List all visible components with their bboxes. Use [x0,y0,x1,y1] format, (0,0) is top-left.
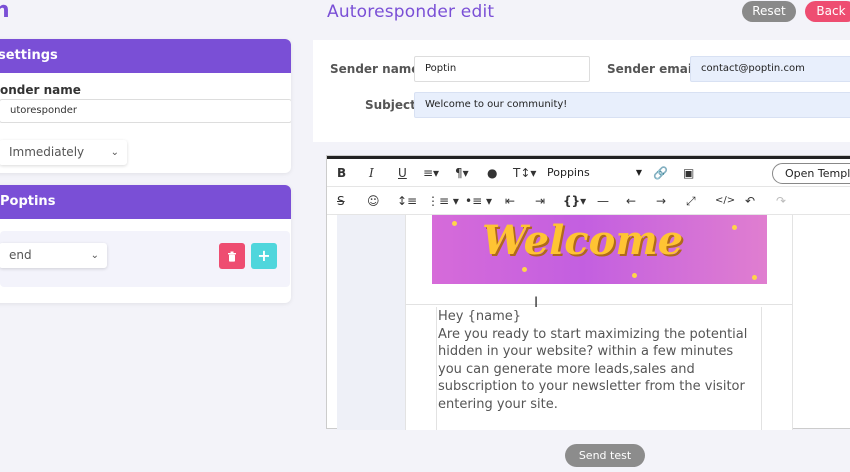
ordered-list-dropdown-icon[interactable]: ⋮≡ ▾ [427,192,459,210]
code-block-dropdown-icon[interactable]: {}▾ [563,192,586,210]
poptins-panel: Poptins end ⌄ + [0,185,291,303]
chevron-down-icon: ⌄ [110,147,119,158]
strikethrough-icon[interactable]: S [337,192,345,210]
image-icon[interactable]: ▣ [683,164,694,182]
email-editor: B I U ≡▾ ¶▾ ● T↕▾ Poppins ▼ 🔗 ▣ Open Temp… [326,155,850,430]
line-height-icon[interactable]: ↕≡ [397,192,417,210]
sender-name-label: onder name [0,83,81,97]
poptins-heading: Poptins [0,185,291,219]
color-drop-icon[interactable]: ● [487,164,497,182]
reset-button[interactable]: Reset [742,1,796,22]
settings-heading: settings [0,39,291,73]
unordered-list-dropdown-icon[interactable]: •≡ ▾ [465,192,492,210]
outdent-icon[interactable]: ⇤ [505,192,515,210]
top-bar: n Autoresponder edit Reset Back [0,0,850,26]
toolbar-row-2: S ☺ ↕≡ ⋮≡ ▾ •≡ ▾ ⇤ ⇥ {}▾ — ← → ⤢ </> ↶ ↷ [327,187,850,215]
editor-canvas: Welcome Hey {name} Are you ready to star… [337,215,793,430]
settings-panel: settings onder name utoresponder Immedia… [0,39,291,173]
subject-field[interactable]: Welcome to our community! [414,92,850,118]
text-size-dropdown-icon[interactable]: T↕▾ [513,164,536,182]
arrow-right-icon[interactable]: → [656,192,666,210]
open-template-button[interactable]: Open Template [772,163,850,184]
sender-name-field-label: Sender name [330,62,420,76]
sender-name-field[interactable]: Poptin [414,56,590,82]
caret-down-icon: ▼ [635,168,642,177]
indent-icon[interactable]: ⇥ [535,192,545,210]
link-icon[interactable]: 🔗 [653,164,668,182]
align-dropdown-icon[interactable]: ≡▾ [423,164,439,182]
timing-select-value: Immediately [9,145,85,159]
subject-field-label: Subject [365,98,416,112]
block-divider [406,304,792,305]
underline-button[interactable]: U [398,164,407,182]
send-test-button[interactable]: Send test [565,444,645,467]
welcome-banner-image[interactable]: Welcome [432,215,767,284]
arrow-left-icon[interactable]: ← [626,192,636,210]
code-view-icon[interactable]: </> [715,192,735,210]
emoji-icon[interactable]: ☺ [367,192,380,210]
redo-icon: ↷ [776,194,787,208]
timing-select[interactable]: Immediately ⌄ [0,140,127,165]
email-body-text[interactable]: Hey {name} Are you ready to start maximi… [436,307,762,430]
poptin-row: end ⌄ + [0,231,290,287]
sender-email-field-label: Sender email [607,62,697,76]
chevron-down-icon: ⌄ [90,250,99,261]
body-paragraph: Are you ready to start maximizing the po… [438,326,748,412]
email-preview: Welcome Hey {name} Are you ready to star… [405,215,793,430]
banner-welcome-text: Welcome [482,217,684,264]
delete-poptin-button[interactable] [219,243,245,269]
trash-icon [228,251,236,262]
poptin-action-value: end [9,248,32,262]
sender-email-field[interactable]: contact@poptin.com [690,56,850,82]
add-poptin-button[interactable]: + [251,243,277,269]
back-button[interactable]: Back [805,1,850,22]
poptin-action-select[interactable]: end ⌄ [0,243,107,268]
font-family-select[interactable]: Poppins ▼ [547,164,642,182]
bold-button[interactable]: B [337,164,346,182]
text-cursor-icon: I [534,295,539,311]
toolbar-row-1: B I U ≡▾ ¶▾ ● T↕▾ Poppins ▼ 🔗 ▣ Open Temp… [327,159,850,187]
autoresponder-name-input[interactable]: utoresponder [0,99,291,123]
undo-icon[interactable]: ↶ [745,192,755,210]
italic-button[interactable]: I [369,164,374,182]
fullscreen-icon[interactable]: ⤢ [686,192,696,210]
paragraph-dropdown-icon[interactable]: ¶▾ [455,164,469,182]
font-family-value: Poppins [547,166,590,179]
horizontal-rule-icon[interactable]: — [597,192,609,210]
app-logo[interactable]: n [0,0,10,23]
page-title: Autoresponder edit [327,2,495,22]
plus-icon: + [257,246,271,265]
greeting-line: Hey {name} [438,309,522,324]
email-header-panel: Sender name Poptin Sender email contact@… [313,40,850,142]
